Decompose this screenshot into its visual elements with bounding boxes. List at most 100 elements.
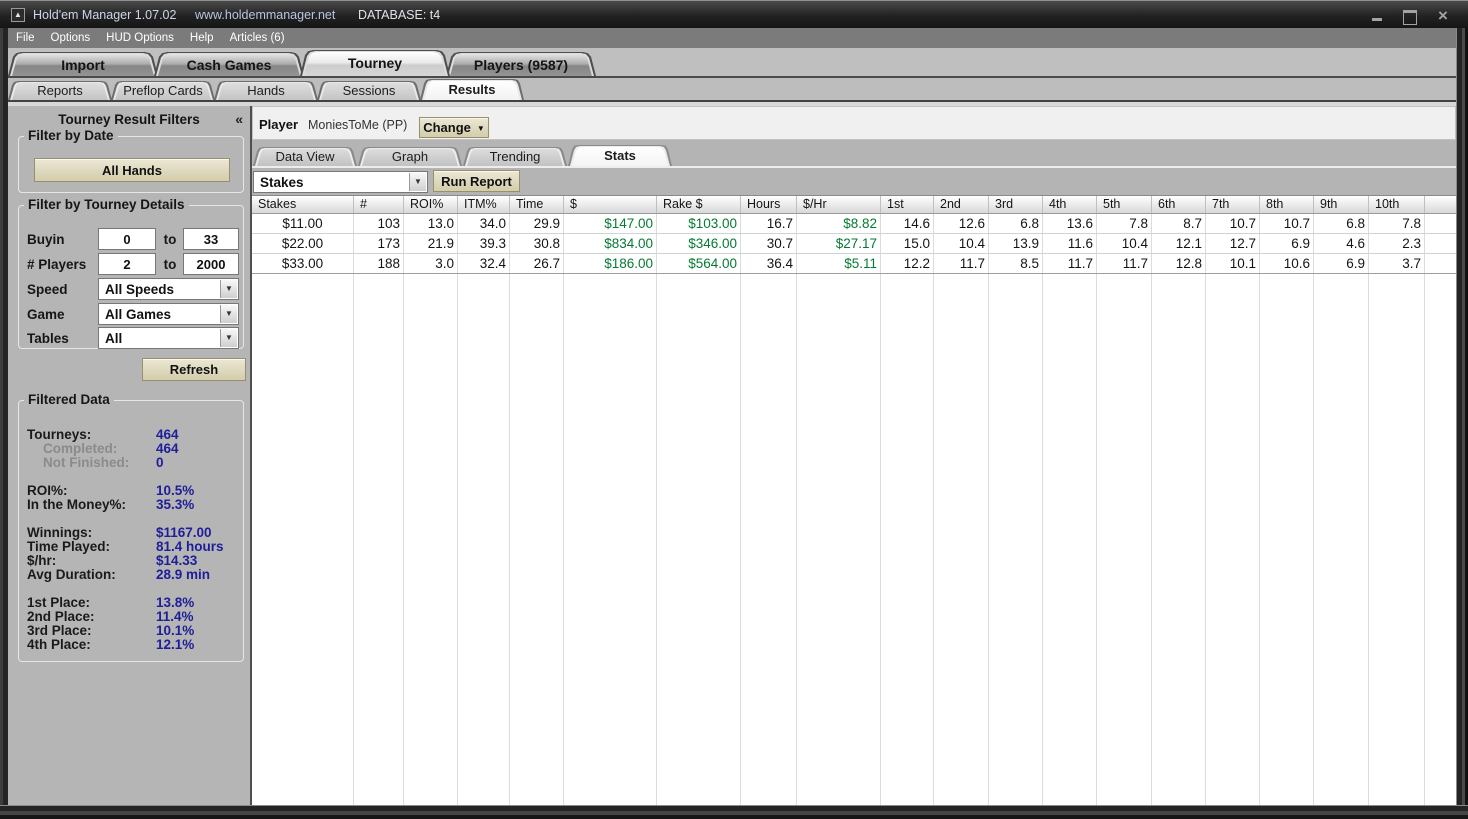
tab-label: Stats <box>604 148 636 163</box>
buyin-to-input[interactable] <box>183 228 239 250</box>
minimize-button[interactable] <box>1370 10 1384 22</box>
cell: 12.1 <box>1152 234 1206 253</box>
tab-cash-games[interactable]: Cash Games <box>154 52 304 76</box>
stat-line: Tourneys: 464 <box>19 427 243 442</box>
menu-bar: File Options HUD Options Help Articles (6) <box>8 28 1456 48</box>
cell: $8.82 <box>797 214 881 233</box>
column-header-9th[interactable]: 9th <box>1314 196 1369 213</box>
column-header-6th[interactable]: 6th <box>1152 196 1206 213</box>
tab-preflop-cards[interactable]: Preflop Cards <box>111 81 215 100</box>
cell: 12.6 <box>934 214 989 233</box>
stat-label: Not Finished: <box>43 455 130 470</box>
players-to-input[interactable] <box>183 253 239 275</box>
table-row[interactable]: $33.00 188 3.0 32.4 26.7 $186.00 $564.00 36.4 $5… <box>252 254 1456 274</box>
cell: 8.5 <box>989 254 1043 273</box>
column-header-rake-[interactable]: Rake $ <box>657 196 741 213</box>
maximize-button[interactable] <box>1402 10 1417 25</box>
column-header-time[interactable]: Time <box>510 196 564 213</box>
change-player-label: Change <box>423 120 471 135</box>
speed-label: Speed <box>27 282 68 297</box>
tab-tourney[interactable]: Tourney <box>300 50 450 76</box>
tab-data-view[interactable]: Data View <box>253 147 357 166</box>
column-header--[interactable]: # <box>354 196 404 213</box>
stat-value: 11.4% <box>156 609 194 624</box>
view-tab-strip: Data View Graph Trending Stats <box>252 146 1456 166</box>
column-header-5th[interactable]: 5th <box>1097 196 1152 213</box>
column-header-8th[interactable]: 8th <box>1260 196 1314 213</box>
table-row[interactable]: $22.00 173 21.9 39.3 30.8 $834.00 $346.00 30.7 $… <box>252 234 1456 254</box>
collapse-sidebar-button[interactable]: « <box>235 111 243 127</box>
tab-import[interactable]: Import <box>8 52 158 76</box>
stat-value: 35.3% <box>156 497 195 512</box>
run-report-button[interactable]: Run Report <box>433 170 520 192</box>
tab-reports[interactable]: Reports <box>8 81 112 100</box>
tab-players-9587[interactable]: Players (9587) <box>446 52 596 76</box>
tab-hands[interactable]: Hands <box>214 81 318 100</box>
players-from-input[interactable] <box>98 253 156 275</box>
column-header-3rd[interactable]: 3rd <box>989 196 1043 213</box>
cell: 12.2 <box>881 254 934 273</box>
column-header-hours[interactable]: Hours <box>741 196 797 213</box>
stat-label: Completed: <box>43 441 118 456</box>
menu-item-options[interactable]: Options <box>43 28 99 48</box>
close-button[interactable]: × <box>1436 7 1450 24</box>
cell: 3.0 <box>404 254 458 273</box>
app-icon[interactable]: ▲ <box>11 8 25 22</box>
player-name: MoniesToMe (PP) <box>308 118 408 132</box>
cell: 6.9 <box>1314 254 1369 273</box>
window-frame-bottom <box>0 805 1468 819</box>
menu-item-file[interactable]: File <box>8 28 43 48</box>
column-header-1st[interactable]: 1st <box>881 196 934 213</box>
tables-select[interactable]: All ▼ <box>98 327 239 349</box>
players-to-word: to <box>163 257 177 272</box>
column-header-2nd[interactable]: 2nd <box>934 196 989 213</box>
stat-label: 3rd Place: <box>27 623 92 638</box>
window-database: DATABASE: t4 <box>358 8 441 22</box>
tab-trending[interactable]: Trending <box>463 147 567 166</box>
cell: $834.00 <box>564 234 657 253</box>
stat-line: ROI%: 10.5% <box>19 483 243 498</box>
column-header-7th[interactable]: 7th <box>1206 196 1260 213</box>
report-type-value: Stakes <box>260 175 304 190</box>
tab-sessions[interactable]: Sessions <box>317 81 421 100</box>
menu-item-hud-options[interactable]: HUD Options <box>98 28 182 48</box>
cell: 30.8 <box>510 234 564 253</box>
menu-item-help[interactable]: Help <box>182 28 222 48</box>
column-header--[interactable]: $ <box>564 196 657 213</box>
cell: 11.7 <box>934 254 989 273</box>
buyin-label: Buyin <box>27 232 65 247</box>
stat-line: Not Finished: 0 <box>19 455 243 470</box>
change-player-button[interactable]: Change ▼ <box>419 117 489 138</box>
report-type-select[interactable]: Stakes ▼ <box>253 171 428 193</box>
main-tab-strip: Import Cash Games Tourney Players (9587) <box>8 48 1456 78</box>
empty-column <box>934 274 989 805</box>
tab-results[interactable]: Results <box>420 79 524 100</box>
column-header--hr[interactable]: $/Hr <box>797 196 881 213</box>
refresh-button[interactable]: Refresh <box>142 358 246 381</box>
column-header-itm-[interactable]: ITM% <box>458 196 510 213</box>
empty-column <box>1152 274 1206 805</box>
column-header-roi-[interactable]: ROI% <box>404 196 458 213</box>
tab-stats[interactable]: Stats <box>568 145 672 166</box>
menu-item-articles-6-[interactable]: Articles (6) <box>222 28 293 48</box>
cell: 6.8 <box>1314 214 1369 233</box>
game-select[interactable]: All Games ▼ <box>98 303 239 325</box>
results-table: Stakes # ROI% ITM% Time $ Rake $ Hours $/Hr 1st 2n… <box>252 195 1456 805</box>
empty-column <box>458 274 510 805</box>
column-header-stakes[interactable]: Stakes <box>252 196 354 213</box>
cell: 6.8 <box>989 214 1043 233</box>
buyin-from-input[interactable] <box>98 228 156 250</box>
stat-label: Winnings: <box>27 525 93 540</box>
cell: 21.9 <box>404 234 458 253</box>
cell: 4.6 <box>1314 234 1369 253</box>
column-header-10th[interactable]: 10th <box>1369 196 1425 213</box>
chevron-down-icon: ▼ <box>409 173 426 191</box>
cell: $147.00 <box>564 214 657 233</box>
table-row[interactable]: $11.00 103 13.0 34.0 29.9 $147.00 $103.00 16.7 $… <box>252 214 1456 234</box>
cell: 13.6 <box>1043 214 1097 233</box>
speed-select[interactable]: All Speeds ▼ <box>98 278 239 300</box>
column-header-4th[interactable]: 4th <box>1043 196 1097 213</box>
tab-graph[interactable]: Graph <box>358 147 462 166</box>
all-hands-button[interactable]: All Hands <box>34 158 230 182</box>
stat-value: 464 <box>156 441 179 456</box>
